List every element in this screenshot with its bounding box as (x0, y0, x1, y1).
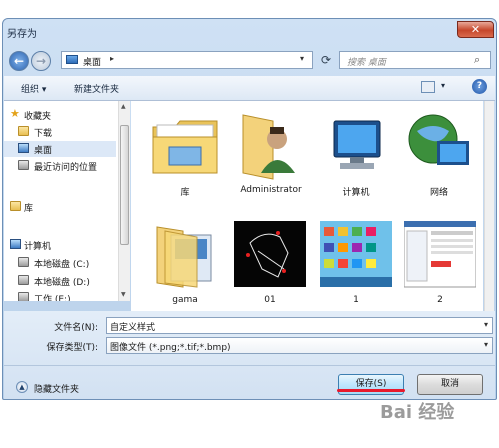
filename-label: 文件名(N): (54, 323, 98, 333)
back-button[interactable]: ← (9, 51, 29, 71)
file-name: 网络 (429, 188, 448, 198)
file-item[interactable]: 2 (400, 217, 480, 317)
toolbar: 组织 ▾ 新建文件夹 ▾ ? (4, 76, 495, 101)
sidebar-item-label: 本地磁盘 (C:) (34, 260, 90, 270)
scroll-up-icon[interactable]: ▲ (121, 103, 126, 110)
search-icon[interactable]: ⌕ (474, 53, 480, 67)
hide-folders-button[interactable]: 隐藏文件夹 (34, 382, 79, 395)
file-name: 2 (437, 295, 443, 305)
network-icon (408, 114, 469, 165)
folder-icon (18, 126, 29, 136)
forward-button[interactable]: → (31, 51, 51, 71)
sidebar-item-recent[interactable]: 最近访问的位置 (4, 158, 116, 174)
file-name: 01 (264, 295, 276, 305)
sidebar-item-label: 最近访问的位置 (34, 163, 98, 173)
new-folder-button[interactable]: 新建文件夹 (74, 82, 119, 95)
sidebar-item-label: 计算机 (24, 242, 52, 252)
sidebar-item-label: 桌面 (34, 146, 53, 156)
collapse-icon[interactable]: ▲ (16, 381, 28, 393)
sidebar-item-desktop[interactable]: 桌面 (4, 141, 116, 157)
save-as-dialog: 另存为 ✕ ← → 桌面 ▸ ▾ ⟳ 搜索 桌面 ⌕ 组织 ▾ 新建文件夹 ▾ … (2, 18, 497, 400)
drive-icon (18, 257, 29, 267)
file-item[interactable]: gama (145, 217, 225, 317)
refresh-button[interactable]: ⟳ (317, 51, 335, 69)
library-icon (10, 201, 21, 211)
filename-input[interactable]: 自定义样式 ▾ (106, 317, 493, 334)
sidebar-item-drive-e[interactable]: 工作 (E:) (4, 290, 116, 301)
recent-icon (18, 160, 29, 170)
organize-button[interactable]: 组织 ▾ (21, 82, 46, 95)
watermark: Bai 经验 (380, 402, 455, 423)
sidebar-item-label: 库 (24, 204, 34, 214)
close-button[interactable]: ✕ (457, 21, 494, 38)
sidebar-item-label: 下载 (34, 129, 53, 139)
filetype-label: 保存类型(T): (46, 343, 98, 353)
refresh-icon: ⟳ (320, 53, 332, 67)
folder-icon (156, 226, 212, 288)
file-name: 计算机 (342, 188, 370, 198)
title-bar[interactable]: 另存为 ✕ (3, 19, 496, 47)
desktop-icon (66, 55, 78, 64)
filetype-dropdown-icon[interactable]: ▾ (484, 340, 488, 349)
sidebar-scrollbar[interactable]: ▲ ▼ (118, 101, 130, 301)
cancel-button[interactable]: 取消 (417, 374, 483, 395)
address-dropdown-icon[interactable]: ▾ (300, 54, 304, 63)
user-folder-icon (242, 114, 295, 180)
file-item[interactable]: 1 (316, 217, 396, 317)
search-placeholder[interactable]: 搜索 桌面 (347, 55, 386, 68)
filename-value[interactable]: 自定义样式 (110, 320, 155, 333)
image-thumbnail (320, 221, 392, 287)
sidebar-item-downloads[interactable]: 下载 (4, 124, 116, 140)
file-item[interactable]: 网络 (399, 107, 479, 207)
star-icon: ★ (10, 107, 20, 120)
file-item[interactable]: Administrator (231, 107, 311, 207)
help-icon[interactable]: ? (472, 79, 487, 94)
computer-icon (333, 120, 381, 169)
sidebar-item-library[interactable]: 库 (4, 199, 116, 215)
file-name: 库 (180, 188, 190, 198)
image-thumbnail (234, 221, 306, 287)
sidebar-item-label: 本地磁盘 (D:) (34, 278, 90, 288)
desktop-icon (18, 143, 29, 153)
view-dropdown-icon[interactable]: ▾ (441, 81, 445, 90)
computer-icon (10, 239, 21, 249)
file-name: 1 (353, 295, 359, 305)
dialog-title: 另存为 (7, 29, 37, 40)
filename-dropdown-icon[interactable]: ▾ (484, 320, 488, 329)
sidebar-item-drive-d[interactable]: 本地磁盘 (D:) (4, 273, 116, 289)
back-arrow-icon: ← (13, 54, 25, 68)
sidebar-item-drive-c[interactable]: 本地磁盘 (C:) (4, 255, 116, 271)
forward-arrow-icon: → (35, 54, 47, 68)
sidebar-item-label: 工作 (E:) (34, 295, 71, 301)
navigation-pane: ★ 收藏夹 下载 桌面 最近访问的位置 库 计算机 本地磁盘 (C:) 本地磁盘… (4, 101, 130, 301)
file-name: gama (172, 295, 198, 305)
library-folder-icon (152, 120, 218, 174)
scrollbar-thumb[interactable] (120, 125, 129, 245)
sidebar-item-computer[interactable]: 计算机 (4, 237, 116, 253)
breadcrumb-arrow-icon[interactable]: ▸ (110, 54, 114, 63)
address-bar[interactable]: 桌面 ▸ ▾ (61, 51, 313, 69)
filetype-select[interactable]: 图像文件 (*.png;*.tif;*.bmp) ▾ (106, 337, 493, 354)
address-location[interactable]: 桌面 (83, 55, 101, 68)
file-item[interactable]: 计算机 (316, 107, 396, 207)
filetype-value[interactable]: 图像文件 (*.png;*.tif;*.bmp) (110, 340, 231, 353)
image-thumbnail (404, 221, 476, 288)
scroll-down-icon[interactable]: ▼ (121, 291, 126, 298)
save-form: 文件名(N): 自定义样式 ▾ 保存类型(T): 图像文件 (*.png;*.t… (4, 311, 495, 399)
divider (4, 365, 495, 366)
sidebar-item-favorites[interactable]: ★ 收藏夹 (4, 107, 116, 123)
drive-icon (18, 275, 29, 285)
view-options-icon[interactable] (421, 81, 435, 93)
red-highlight-underline (337, 389, 405, 392)
sidebar-item-label: 收藏夹 (24, 112, 52, 122)
file-list-scrollbar[interactable] (484, 101, 494, 311)
file-name: Administrator (240, 185, 302, 195)
drive-icon (18, 292, 29, 301)
file-item[interactable]: 库 (145, 107, 225, 207)
file-item[interactable]: 01 (230, 217, 310, 317)
search-box[interactable]: 搜索 桌面 ⌕ (339, 51, 491, 69)
file-list: 库 Administrator 计算机 网络 gama 01 1 2 (131, 101, 483, 311)
